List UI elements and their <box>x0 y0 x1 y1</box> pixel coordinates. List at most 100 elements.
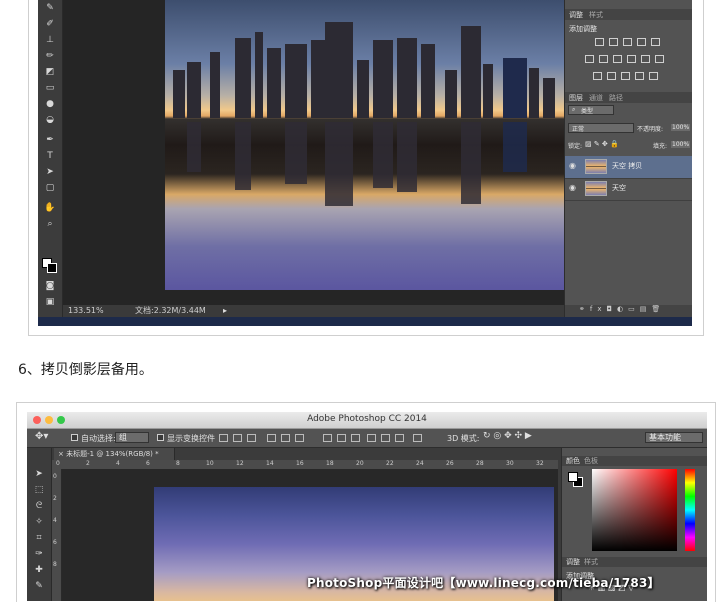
show-transform-checkbox[interactable] <box>157 434 164 441</box>
exposure-icon[interactable] <box>637 38 646 46</box>
blend-mode-select[interactable]: 正常 <box>568 123 634 133</box>
3d-mode-icons[interactable]: ↻ ◎ ✥ ✣ ▶ <box>483 431 532 441</box>
auto-select-dropdown[interactable]: 组 <box>115 432 149 443</box>
align-left-icon[interactable] <box>267 434 276 442</box>
foreground-color-swatch[interactable] <box>568 472 578 482</box>
brush-tool-icon[interactable]: ✎ <box>42 2 58 14</box>
distribute-right-icon[interactable] <box>395 434 404 442</box>
tab-color[interactable]: 颜色 <box>566 456 580 466</box>
background-color-swatch[interactable] <box>47 263 57 273</box>
history-brush-icon[interactable]: ✐ <box>42 18 58 30</box>
ruler-number: 32 <box>536 460 544 467</box>
screen-mode-icon[interactable]: ▣ <box>42 296 58 308</box>
healing-brush-icon[interactable]: ✚ <box>31 564 47 576</box>
layer-row-sky[interactable]: ◉ 天空 <box>565 178 692 201</box>
distribute-bottom-icon[interactable] <box>351 434 360 442</box>
title-bar: Adobe Photoshop CC 2014 <box>27 412 707 429</box>
quick-mask-icon[interactable]: ◙ <box>42 280 58 292</box>
tools-panel: ✎ ✐ ⊥ ✏ ◩ ▭ ● ◒ ✒ T ➤ ▢ ✋ ⌕ ◙ ▣ <box>38 0 63 326</box>
visibility-eye-icon[interactable]: ◉ <box>569 183 576 192</box>
photo-filter-icon[interactable] <box>627 55 636 63</box>
workspace-select[interactable]: 基本功能 <box>645 432 703 443</box>
align-right-icon[interactable] <box>295 434 304 442</box>
ruler-number: 0 <box>56 460 60 467</box>
layer-thumbnail <box>585 159 607 174</box>
color-lookup-icon[interactable] <box>655 55 664 63</box>
lock-label: 锁定: <box>568 143 583 150</box>
tab-paths[interactable]: 路径 <box>609 93 623 103</box>
zoom-tool-icon[interactable]: ⌕ <box>42 218 58 230</box>
adjust-tabbar: 调整 样式 <box>565 9 692 20</box>
layer-kind-filter[interactable]: ⌕ 类型 <box>568 105 614 115</box>
path-select-icon[interactable]: ➤ <box>42 166 58 178</box>
invert-icon[interactable] <box>593 72 602 80</box>
distribute-hcenter-icon[interactable] <box>381 434 390 442</box>
distribute-top-icon[interactable] <box>323 434 332 442</box>
brightness-icon[interactable] <box>595 38 604 46</box>
visibility-eye-icon[interactable]: ◉ <box>569 161 576 170</box>
auto-align-icon[interactable] <box>413 434 422 442</box>
tab-adjustments[interactable]: 调整 <box>566 557 580 567</box>
pen-tool-icon[interactable]: ✒ <box>42 134 58 146</box>
align-top-icon[interactable] <box>219 434 228 442</box>
auto-select-checkbox[interactable] <box>71 434 78 441</box>
dodge-tool-icon[interactable]: ◒ <box>42 114 58 126</box>
distribute-vcenter-icon[interactable] <box>337 434 346 442</box>
threshold-icon[interactable] <box>621 72 630 80</box>
distribute-left-icon[interactable] <box>367 434 376 442</box>
tab-layers[interactable]: 图层 <box>569 93 583 103</box>
left-ruler: 0 2 4 6 8 <box>52 469 62 601</box>
hand-tool-icon[interactable]: ✋ <box>42 202 58 214</box>
move-tool-icon[interactable]: ➤ <box>31 468 47 480</box>
ruler-number: 12 <box>236 460 244 467</box>
crop-tool-icon[interactable]: ⌗ <box>31 532 47 544</box>
opacity-value[interactable]: 100% <box>671 124 691 131</box>
zoom-readout[interactable]: 133.51% <box>68 305 104 317</box>
gradient-tool-icon[interactable]: ▭ <box>42 82 58 94</box>
layer-actions-bar[interactable]: ⚭fx◘◐▭▤🗑 <box>565 305 692 317</box>
color-picker-field[interactable] <box>592 469 677 551</box>
quick-select-icon[interactable]: ✧ <box>31 516 47 528</box>
gradient-map-icon[interactable] <box>635 72 644 80</box>
lock-icons[interactable]: ▨ ✎ ✥ 🔒 <box>585 140 619 148</box>
stamp-tool-icon[interactable]: ⊥ <box>42 34 58 46</box>
align-vcenter-icon[interactable] <box>233 434 242 442</box>
color-balance-icon[interactable] <box>599 55 608 63</box>
eyedropper-icon[interactable]: ✑ <box>31 548 47 560</box>
shape-tool-icon[interactable]: ▢ <box>42 182 58 194</box>
brush-tool-icon[interactable]: ✎ <box>31 580 47 592</box>
status-arrow-icon[interactable]: ▸ <box>223 305 227 317</box>
selective-color-icon[interactable] <box>649 72 658 80</box>
tab-channels[interactable]: 通道 <box>589 93 603 103</box>
blur-tool-icon[interactable]: ● <box>42 98 58 110</box>
channel-mixer-icon[interactable] <box>641 55 650 63</box>
tab-styles[interactable]: 样式 <box>584 557 598 567</box>
lasso-tool-icon[interactable]: ᘓ <box>31 500 47 512</box>
bw-icon[interactable] <box>613 55 622 63</box>
ruler-number: 10 <box>206 460 214 467</box>
ruler-number: 2 <box>86 460 90 467</box>
eraser-tool-icon[interactable]: ◩ <box>42 66 58 78</box>
align-hcenter-icon[interactable] <box>281 434 290 442</box>
fill-value[interactable]: 100% <box>671 141 691 148</box>
layer-row-sky-copy[interactable]: ◉ 天空 拷贝 <box>565 156 692 179</box>
hue-slider[interactable] <box>685 469 695 551</box>
pencil-tool-icon[interactable]: ✏ <box>42 50 58 62</box>
close-tab-icon[interactable]: × <box>58 450 64 458</box>
marquee-tool-icon[interactable]: ⬚ <box>31 484 47 496</box>
ruler-number: 28 <box>476 460 484 467</box>
levels-icon[interactable] <box>609 38 618 46</box>
align-bottom-icon[interactable] <box>247 434 256 442</box>
tab-swatches[interactable]: 色板 <box>584 456 598 466</box>
posterize-icon[interactable] <box>607 72 616 80</box>
tab-styles[interactable]: 样式 <box>589 10 603 20</box>
vibrance-icon[interactable] <box>651 38 660 46</box>
add-adjustment-title: 添加调整 <box>569 25 597 33</box>
document-tab[interactable]: × 未标题-1 @ 134%(RGB/8) * <box>54 448 175 460</box>
hue-sat-icon[interactable] <box>585 55 594 63</box>
tab-adjustments[interactable]: 调整 <box>569 10 583 20</box>
curves-icon[interactable] <box>623 38 632 46</box>
app-title: Adobe Photoshop CC 2014 <box>307 414 427 424</box>
move-tool-icon[interactable]: ✥▾ <box>35 431 48 442</box>
type-tool-icon[interactable]: T <box>42 150 58 162</box>
